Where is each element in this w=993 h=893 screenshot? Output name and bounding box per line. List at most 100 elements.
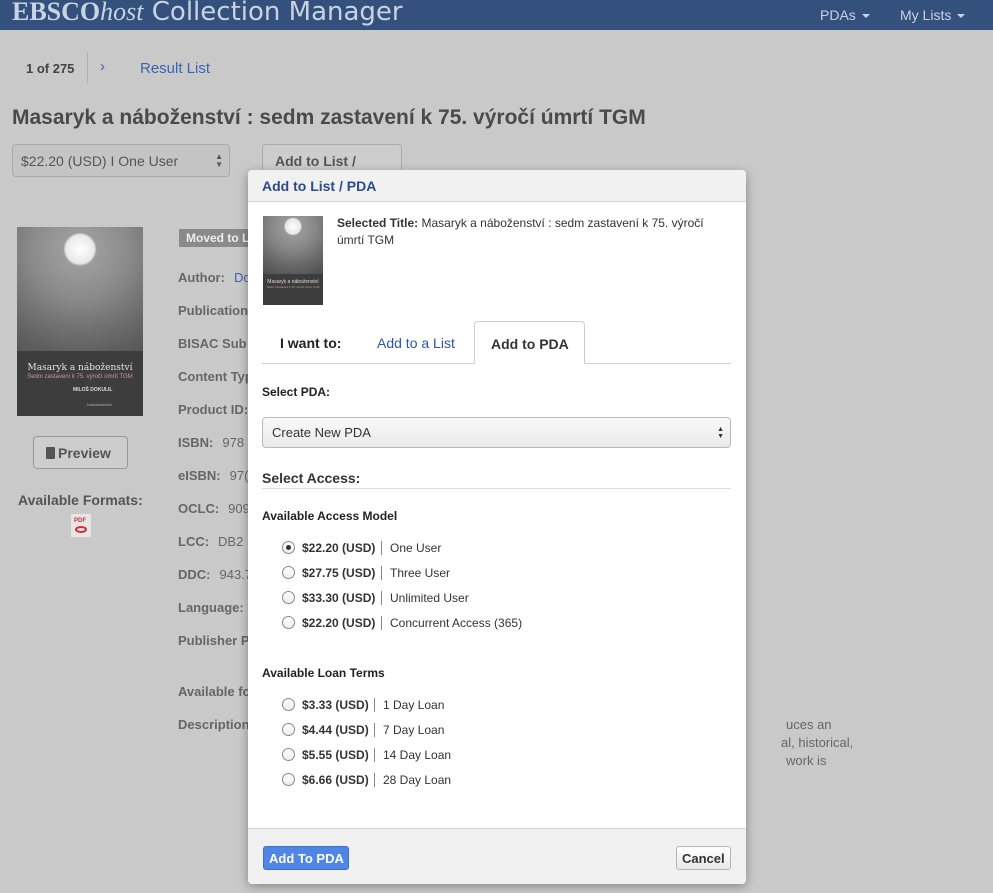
option-price: $6.66 (USD) bbox=[302, 773, 369, 787]
result-list-link[interactable]: Result List bbox=[140, 60, 210, 77]
brand-ebsco: EBSCO bbox=[12, 0, 101, 26]
option-name: 14 Day Loan bbox=[383, 748, 452, 762]
radio-button[interactable] bbox=[282, 723, 295, 736]
option-price: $3.33 (USD) bbox=[302, 698, 369, 712]
meta-author: Author: Do bbox=[178, 270, 251, 285]
meta-label: BISAC Sub bbox=[178, 336, 247, 351]
thumb-dome-image bbox=[263, 216, 323, 274]
option-price: $22.20 (USD) bbox=[302, 541, 376, 555]
meta-oclc: OCLC: 909 bbox=[178, 501, 250, 516]
meta-bisac: BISAC Sub bbox=[178, 336, 247, 351]
radio-button[interactable] bbox=[282, 748, 295, 761]
dialog-header: Add to List / PDA bbox=[248, 170, 746, 202]
meta-value: DB2 bbox=[218, 534, 244, 549]
option-price: $33.30 (USD) bbox=[302, 591, 376, 605]
radio-button[interactable] bbox=[282, 541, 295, 554]
available-formats-label: Available Formats: bbox=[18, 492, 143, 508]
radio-button[interactable] bbox=[282, 591, 295, 604]
thumb-subtitle: Sedm zastavení k 75. výročí úmrtí TGM bbox=[266, 285, 320, 289]
description-text: work is bbox=[786, 753, 827, 768]
price-select[interactable]: $22.20 (USD) I One User ▲ ▼ bbox=[12, 144, 230, 177]
top-bar: EBSCOhost Collection Manager PDAs My Lis… bbox=[0, 0, 993, 30]
cover-title: Masaryk a náboženství bbox=[27, 363, 133, 373]
meta-description: Description bbox=[178, 717, 250, 732]
nav-my-lists-label: My Lists bbox=[900, 7, 952, 23]
meta-value: 978 bbox=[222, 435, 245, 450]
page-title: Masaryk a náboženství : sedm zastavení k… bbox=[12, 106, 646, 129]
tab-add-to-list[interactable]: Add to a List bbox=[377, 335, 455, 351]
cover-author: MILOŠ DOKULIL bbox=[73, 387, 113, 393]
option-price: $4.44 (USD) bbox=[302, 723, 369, 737]
cover-subtitle: Sedm zastavení k 75. výročí úmrtí TGM bbox=[27, 374, 133, 380]
option-name: Three User bbox=[390, 566, 451, 580]
meta-label: Available fo bbox=[178, 684, 251, 699]
access-model-heading: Available Access Model bbox=[262, 509, 398, 523]
preview-button[interactable]: Preview bbox=[33, 436, 128, 469]
next-result-button[interactable]: › bbox=[100, 58, 105, 75]
option-divider bbox=[381, 566, 382, 580]
meta-available-formats: Available fo bbox=[178, 684, 250, 699]
meta-label: Publication bbox=[178, 303, 249, 318]
meta-value: 97( bbox=[229, 468, 249, 483]
option-divider bbox=[381, 541, 382, 555]
book-icon bbox=[46, 447, 55, 459]
radio-button[interactable] bbox=[282, 616, 295, 629]
option-divider bbox=[381, 616, 382, 630]
option-price: $22.20 (USD) bbox=[302, 616, 376, 630]
meta-isbn: ISBN: 978 bbox=[178, 435, 244, 450]
meta-label: LCC: bbox=[178, 534, 210, 549]
meta-label: Content Typ bbox=[178, 369, 253, 384]
description-text: uces an bbox=[786, 717, 832, 732]
option-name: Unlimited User bbox=[390, 591, 469, 605]
radio-button[interactable] bbox=[282, 566, 295, 579]
description-text: al, historical, bbox=[781, 735, 854, 750]
add-to-pda-button[interactable]: Add To PDA bbox=[263, 846, 349, 870]
option-name: One User bbox=[390, 541, 442, 555]
option-divider bbox=[374, 723, 375, 737]
cover-dome-image bbox=[17, 227, 143, 351]
selected-title-thumbnail: Masaryk a náboženství Sedm zastavení k 7… bbox=[263, 216, 323, 305]
meta-label: Product ID: bbox=[178, 402, 249, 417]
pdf-icon-label: PDF bbox=[74, 518, 86, 524]
meta-publisher: Publisher P bbox=[178, 633, 250, 648]
preview-label: Preview bbox=[58, 445, 111, 461]
radio-button[interactable] bbox=[282, 698, 295, 711]
status-badge: Moved to L bbox=[179, 229, 249, 247]
brand-logo[interactable]: EBSCOhost Collection Manager bbox=[12, 0, 403, 27]
nav-pdas-label: PDAs bbox=[820, 7, 856, 23]
nav-pdas-menu[interactable]: PDAs bbox=[820, 7, 870, 23]
meta-label: Language: bbox=[178, 600, 244, 615]
meta-label: eISBN: bbox=[178, 468, 221, 483]
select-access-heading: Select Access: bbox=[262, 470, 361, 486]
chevron-down-icon bbox=[957, 14, 966, 19]
brand-host: host bbox=[100, 0, 144, 26]
select-access-divider bbox=[262, 488, 731, 489]
meta-language: Language: bbox=[178, 600, 244, 615]
select-arrows-icon: ▲ ▼ bbox=[717, 426, 724, 440]
option-name: 7 Day Loan bbox=[383, 723, 445, 737]
option-name: 28 Day Loan bbox=[383, 773, 452, 787]
tab-add-to-pda[interactable]: Add to PDA bbox=[474, 321, 585, 364]
brand-product: Collection Manager bbox=[143, 0, 403, 27]
meta-label: Author: bbox=[178, 270, 225, 285]
radio-button[interactable] bbox=[282, 773, 295, 786]
book-cover[interactable]: Masaryk a náboženství Sedm zastavení k 7… bbox=[17, 227, 143, 416]
pda-select-value: Create New PDA bbox=[272, 425, 371, 440]
meta-label: Publisher P bbox=[178, 633, 250, 648]
pager-divider bbox=[87, 52, 88, 83]
dialog-title: Add to List / PDA bbox=[262, 178, 377, 194]
meta-publication: Publication bbox=[178, 303, 248, 318]
meta-content-type: Content Typ bbox=[178, 369, 253, 384]
select-pda-label: Select PDA: bbox=[262, 385, 331, 399]
meta-label: DDC: bbox=[178, 567, 211, 582]
option-price: $5.55 (USD) bbox=[302, 748, 369, 762]
chevron-down-icon bbox=[861, 14, 870, 19]
cancel-button[interactable]: Cancel bbox=[676, 846, 731, 870]
cover-publisher: Nakladatelství bbox=[87, 402, 113, 407]
pdf-icon[interactable]: PDF bbox=[70, 513, 92, 538]
nav-my-lists-menu[interactable]: My Lists bbox=[900, 7, 966, 23]
pdf-icon-swoosh bbox=[75, 526, 87, 533]
select-arrows-icon: ▲ ▼ bbox=[215, 152, 223, 169]
meta-product-id: Product ID: bbox=[178, 402, 248, 417]
pda-select[interactable]: Create New PDA ▲ ▼ bbox=[262, 417, 731, 448]
